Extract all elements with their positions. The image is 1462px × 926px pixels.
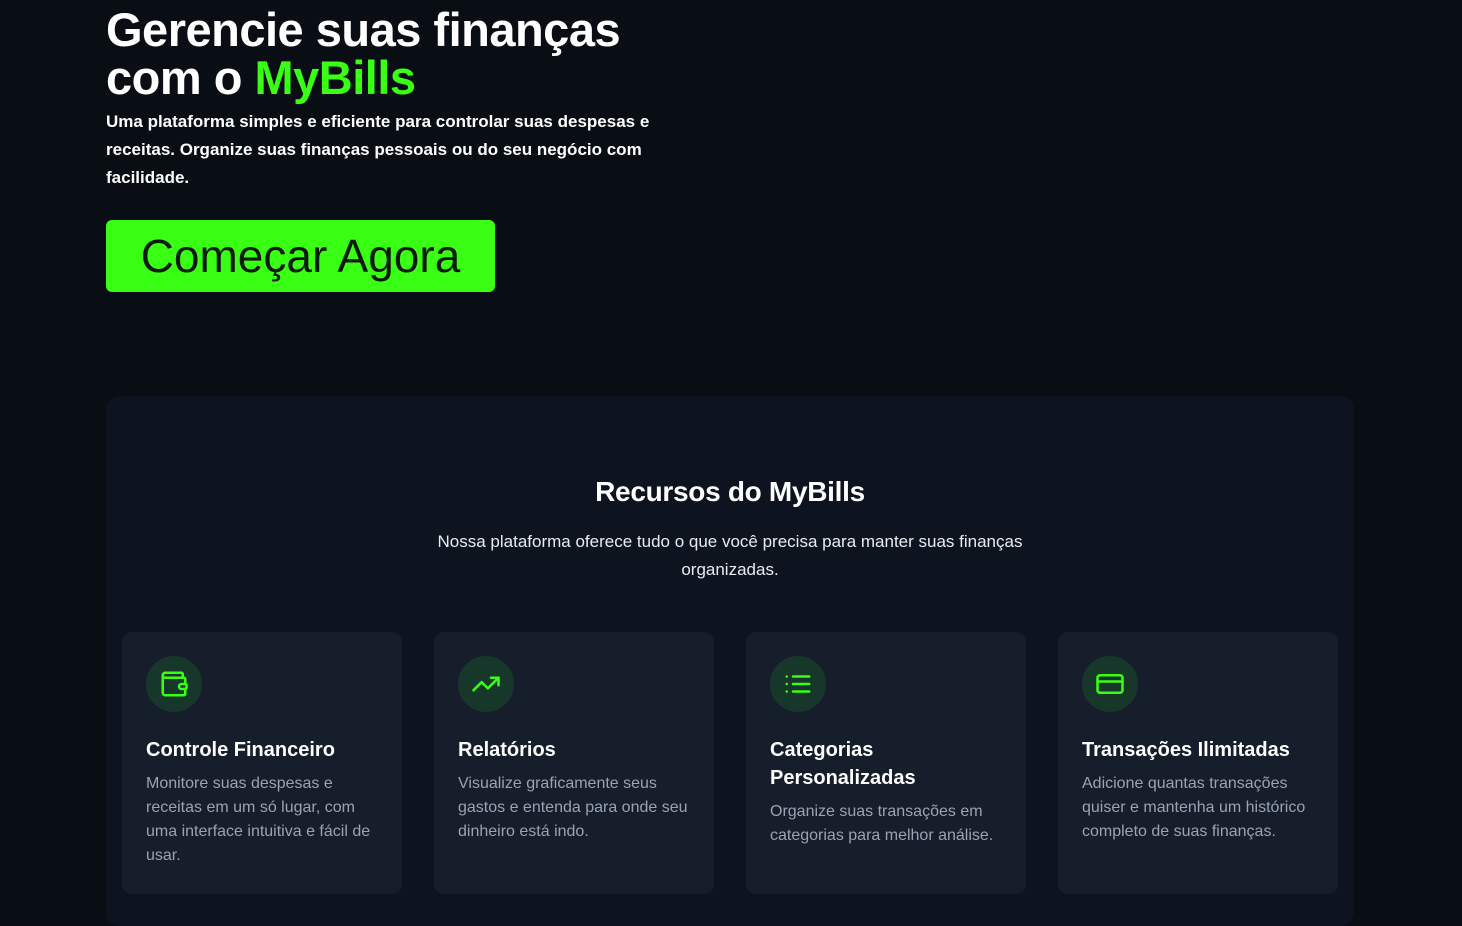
credit-card-icon: [1082, 656, 1138, 712]
start-now-button[interactable]: Começar Agora: [106, 220, 495, 292]
feature-card-title: Relatórios: [458, 739, 556, 761]
trending-up-icon: [458, 656, 514, 712]
feature-card-title: Controle Financeiro: [146, 739, 335, 761]
feature-card-reports: Relatórios Visualize graficamente seus g…: [434, 632, 714, 894]
feature-card-description: Organize suas transações em categorias p…: [770, 803, 994, 844]
feature-card-description: Visualize graficamente seus gastos e ent…: [458, 775, 688, 840]
hero-subtitle: Uma plataforma simples e eficiente para …: [106, 112, 650, 187]
wallet-icon: [146, 656, 202, 712]
feature-card-title: Transações Ilimitadas: [1082, 739, 1290, 761]
features-subtitle: Nossa plataforma oferece tudo o que você…: [437, 532, 1023, 579]
feature-card-custom-categories: Categorias Personalizadas Organize suas …: [746, 632, 1026, 894]
features-section: Recursos do MyBills Nossa plataforma ofe…: [106, 396, 1354, 926]
feature-card-unlimited-transactions: Transações Ilimitadas Adicione quantas t…: [1058, 632, 1338, 894]
feature-card-title: Categorias Personalizadas: [770, 739, 916, 789]
hero-section: Gerencie suas finanças com o MyBills Uma…: [106, 6, 726, 192]
hero-title-prefix: com o: [106, 51, 255, 104]
hero-title: Gerencie suas finanças com o MyBills: [106, 6, 726, 102]
feature-card-description: Monitore suas despesas e receitas em um …: [146, 775, 371, 864]
features-title: Recursos do MyBills: [595, 476, 865, 507]
feature-cards: Controle Financeiro Monitore suas despes…: [122, 632, 1338, 894]
feature-card-financial-control: Controle Financeiro Monitore suas despes…: [122, 632, 402, 894]
list-icon: [770, 656, 826, 712]
brand-name: MyBills: [254, 51, 416, 104]
hero-title-line1: Gerencie suas finanças: [106, 3, 621, 56]
feature-card-description: Adicione quantas transações quiser e man…: [1082, 775, 1306, 840]
